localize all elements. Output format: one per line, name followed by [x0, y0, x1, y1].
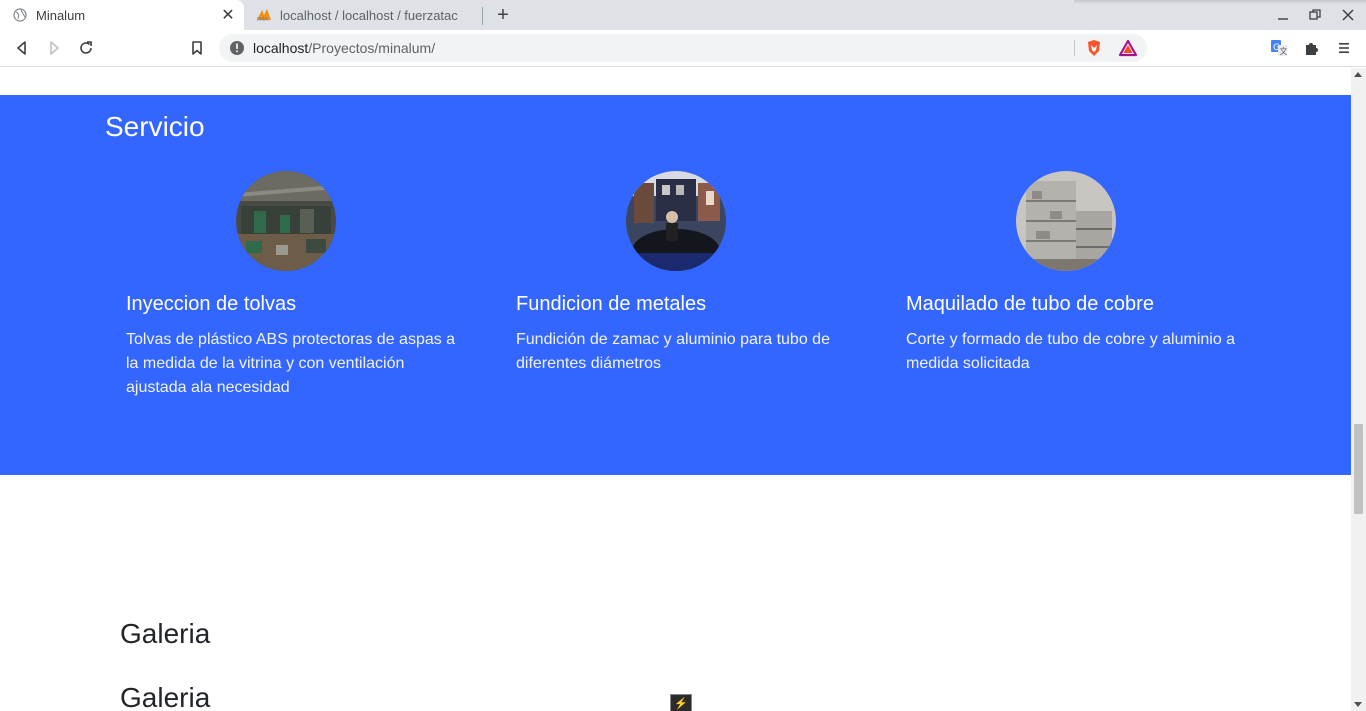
- close-window-icon[interactable]: [1337, 5, 1359, 25]
- service-description: Tolvas de plástico ABS protectoras de as…: [126, 331, 456, 396]
- page-viewport: Servicio Inyeccion de tolvas Tolvas de p…: [0, 68, 1351, 711]
- service-title: Fundicion de metales: [516, 293, 707, 315]
- restore-icon[interactable]: [1304, 5, 1326, 25]
- trade-show-booth-photo: [626, 171, 726, 271]
- lightning-icon[interactable]: ⚡: [670, 694, 692, 711]
- tab-separator: [482, 7, 483, 25]
- phpmyadmin-icon: PMA: [256, 7, 272, 23]
- translate-icon[interactable]: G文: [1267, 36, 1291, 60]
- reload-icon[interactable]: [74, 36, 98, 60]
- tab-strip: Minalum ✕ PMA localhost / localhost / fu…: [0, 0, 1366, 30]
- tab-phpmyadmin[interactable]: PMA localhost / localhost / fuerzatac: [244, 0, 484, 30]
- url-text[interactable]: localhost/Proyectos/minalum/: [253, 40, 435, 56]
- bookmark-icon[interactable]: [185, 36, 209, 60]
- info-icon[interactable]: [229, 40, 245, 56]
- minimize-icon[interactable]: [1272, 5, 1294, 25]
- globe-icon: [12, 7, 28, 23]
- brave-shields-icon[interactable]: [1085, 39, 1103, 57]
- omnibox-divider: [1074, 40, 1075, 56]
- service-description: Corte y formado de tubo de cobre y alumi…: [906, 331, 1236, 372]
- url-path: /Proyectos/minalum/: [308, 40, 436, 56]
- scroll-up-icon[interactable]: [1354, 72, 1362, 77]
- close-tab-icon[interactable]: ✕: [218, 5, 238, 25]
- servicio-section: Servicio Inyeccion de tolvas Tolvas de p…: [0, 95, 1351, 475]
- factory-floor-photo: [236, 171, 336, 271]
- svg-text:文: 文: [1280, 46, 1288, 56]
- service-title: Inyeccion de tolvas: [126, 293, 297, 315]
- window-shadow: [1074, 0, 1366, 4]
- tab-minalum[interactable]: Minalum ✕: [0, 0, 244, 30]
- extensions-icon[interactable]: [1300, 36, 1324, 60]
- tab-title: localhost / localhost / fuerzatac: [280, 7, 458, 23]
- brave-rewards-icon[interactable]: [1118, 39, 1138, 57]
- page-scrollbar[interactable]: [1351, 68, 1366, 711]
- browser-toolbar: localhost/Proyectos/minalum/ G文: [0, 30, 1366, 67]
- service-card-fundicion: Fundicion de metales Fundición de zamac …: [516, 171, 846, 376]
- address-bar[interactable]: localhost/Proyectos/minalum/: [219, 34, 1147, 62]
- scroll-down-icon[interactable]: [1354, 702, 1362, 707]
- scrollbar-thumb[interactable]: [1354, 424, 1363, 514]
- galeria-heading-secondary: Galeria: [120, 682, 211, 711]
- tab-title: Minalum: [36, 7, 86, 23]
- galeria-heading: Galeria: [120, 618, 211, 649]
- service-card-cobre: Maquilado de tubo de cobre Corte y forma…: [906, 171, 1236, 376]
- svg-text:PMA: PMA: [257, 17, 268, 22]
- service-card-tolvas: Inyeccion de tolvas Tolvas de plástico A…: [126, 171, 456, 400]
- forward-icon[interactable]: [42, 36, 66, 60]
- new-tab-button[interactable]: +: [492, 4, 514, 26]
- url-host: localhost: [253, 40, 309, 56]
- service-title: Maquilado de tubo de cobre: [906, 293, 1154, 315]
- metal-shelving-photo: [1016, 171, 1116, 271]
- service-description: Fundición de zamac y aluminio para tubo …: [516, 331, 830, 372]
- menu-icon[interactable]: [1332, 36, 1356, 60]
- servicio-heading: Servicio: [105, 111, 205, 142]
- back-icon[interactable]: [10, 36, 34, 60]
